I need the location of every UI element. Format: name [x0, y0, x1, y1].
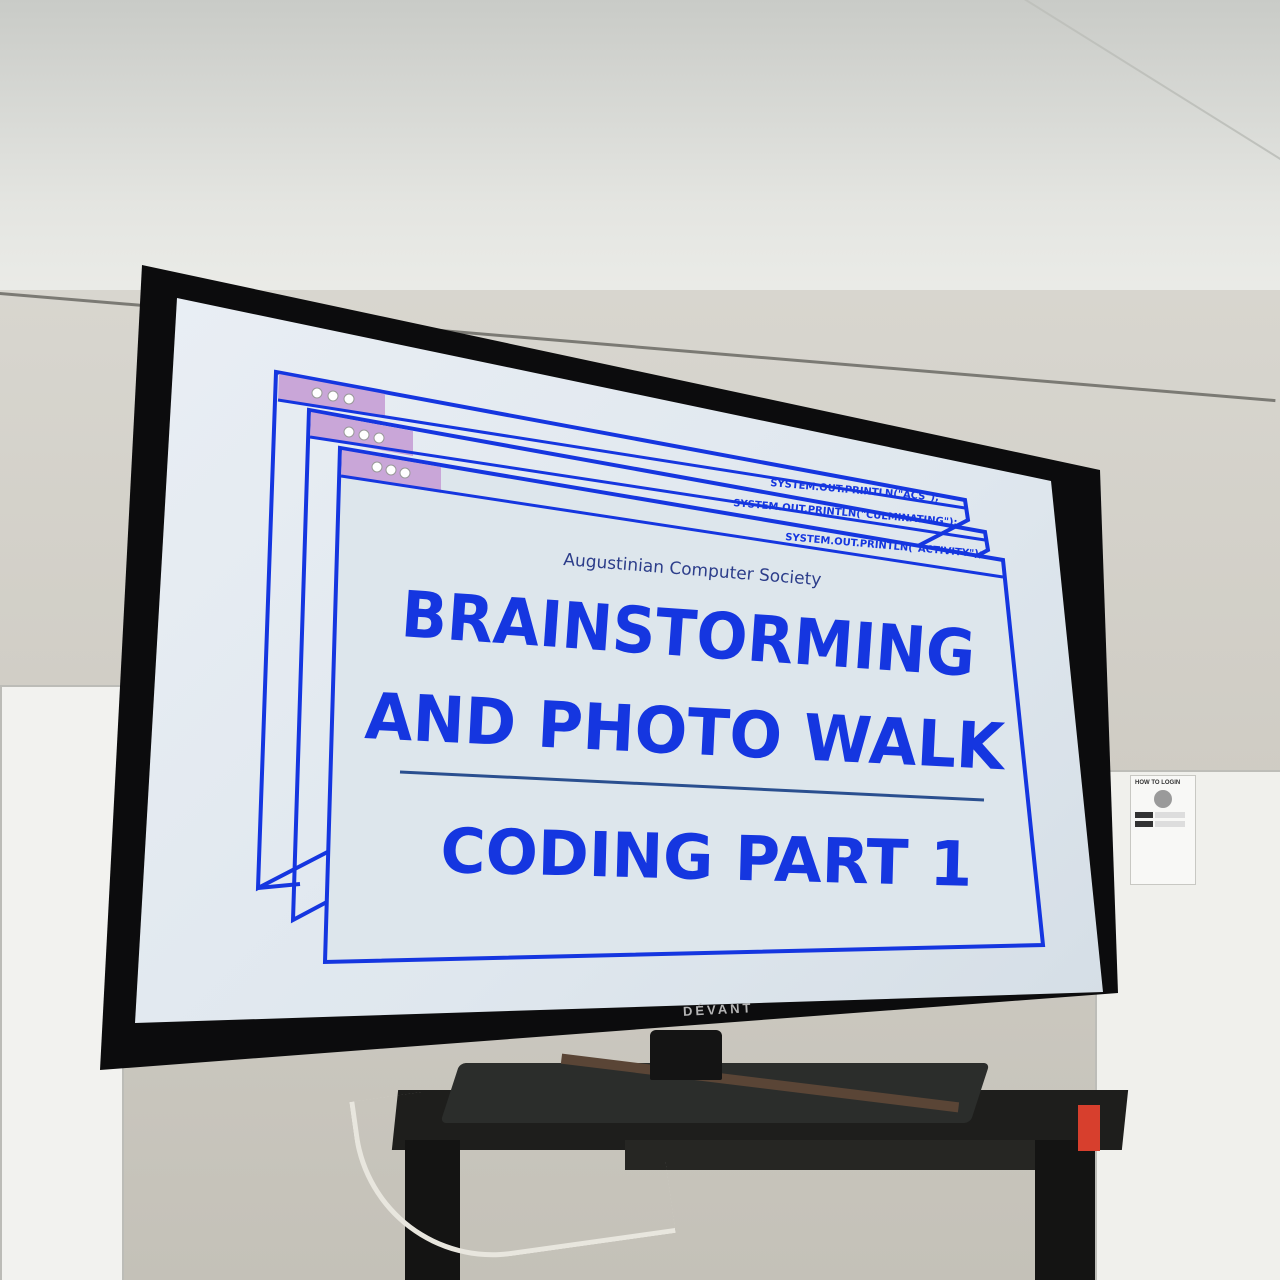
subtitle: CODING PART 1 [440, 814, 974, 901]
code-line-1: SYSTEM.OUT.PRINTLN("ACS"); [770, 478, 940, 504]
slide: SYSTEM.OUT.PRINTLN("ACS"); SYSTEM.OUT.PR… [255, 369, 1046, 965]
room-scene: HOW TO LOGIN DÉVANT SYSTEM.OUT.PRINTLN("… [0, 0, 1280, 1280]
